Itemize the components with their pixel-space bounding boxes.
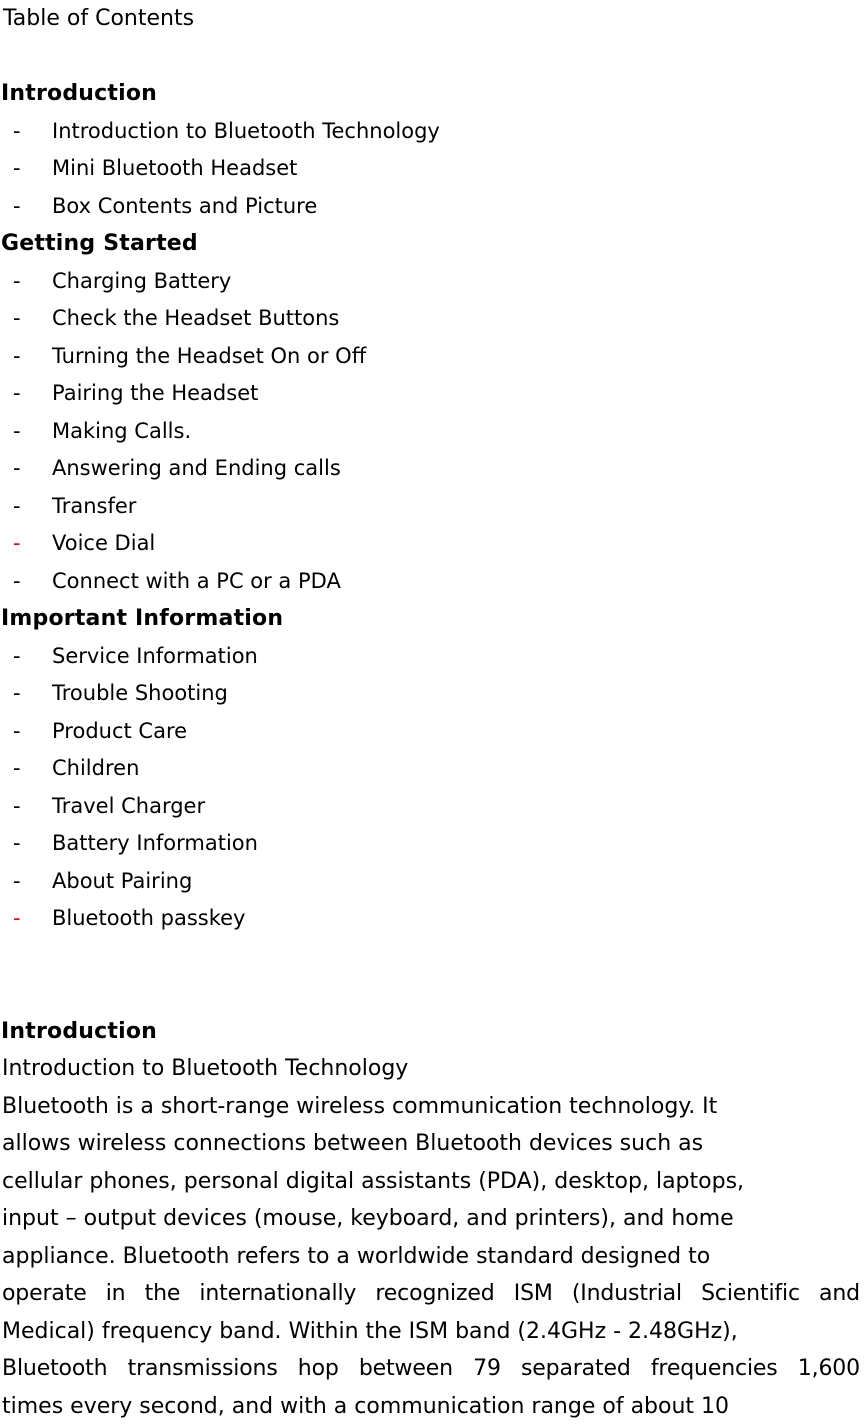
toc-entry[interactable]: - Answering and Ending calls xyxy=(0,450,864,488)
toc-entry[interactable]: - Trouble Shooting xyxy=(0,675,864,713)
paragraph-line: Bluetooth is a short-range wireless comm… xyxy=(2,1088,864,1126)
toc-bullet-dash-icon: - xyxy=(13,638,21,676)
paragraph-word: 1,600 xyxy=(798,1350,860,1388)
page-title: Table of Contents xyxy=(0,0,864,38)
paragraph-line: times every second, and with a communica… xyxy=(2,1388,864,1425)
paragraph-word: transmissions xyxy=(128,1350,278,1388)
paragraph-word: recognized xyxy=(375,1275,494,1313)
toc-entry[interactable]: - Bluetooth passkey xyxy=(0,900,864,938)
body-paragraph: Bluetooth is a short-range wireless comm… xyxy=(0,1088,864,1425)
paragraph-line: operate inthe internationally recognized ISM… xyxy=(2,1275,860,1313)
toc-entry[interactable]: - Product Care xyxy=(0,713,864,751)
toc-bullet-dash-icon: - xyxy=(13,488,21,526)
title-spacer xyxy=(0,38,864,76)
toc-entry-label: Transfer xyxy=(52,494,136,518)
paragraph-line: appliance. Bluetooth refers to a worldwi… xyxy=(2,1238,864,1276)
toc-entry[interactable]: - Children xyxy=(0,750,864,788)
toc-bullet-dash-icon: - xyxy=(13,713,21,751)
toc-entry-label: Bluetooth passkey xyxy=(52,906,245,930)
body-section-heading: Introduction xyxy=(0,1013,864,1051)
toc-bullet-dash-icon: - xyxy=(13,113,21,151)
toc-entry[interactable]: - Transfer xyxy=(0,488,864,526)
toc-entry[interactable]: - Check the Headset Buttons xyxy=(0,300,864,338)
toc-entry[interactable]: - Service Information xyxy=(0,638,864,676)
toc-entry-label: About Pairing xyxy=(52,869,192,893)
toc-entry-label: Voice Dial xyxy=(52,531,155,555)
toc-entry[interactable]: - Charging Battery xyxy=(0,263,864,301)
toc-body-spacer-2 xyxy=(0,975,864,1013)
toc-bullet-dash-icon: - xyxy=(13,863,21,901)
toc-entry[interactable]: - Travel Charger xyxy=(0,788,864,826)
toc-bullet-dash-icon: - xyxy=(13,525,21,563)
toc-entry[interactable]: - Battery Information xyxy=(0,825,864,863)
toc-entry-label: Making Calls. xyxy=(52,419,191,443)
toc-bullet-dash-icon: - xyxy=(13,750,21,788)
toc-entry-label: Check the Headset Buttons xyxy=(52,306,339,330)
paragraph-word: hop xyxy=(298,1350,339,1388)
toc-entry-label: Charging Battery xyxy=(52,269,231,293)
toc-entry[interactable]: - Box Contents and Picture xyxy=(0,188,864,226)
toc-entry-label: Answering and Ending calls xyxy=(52,456,341,480)
toc-entry-label: Product Care xyxy=(52,719,187,743)
toc-entry-label: Children xyxy=(52,756,139,780)
toc-entry[interactable]: - Voice Dial xyxy=(0,525,864,563)
paragraph-word: Bluetooth xyxy=(2,1350,107,1388)
toc-entry-label: Connect with a PC or a PDA xyxy=(52,569,341,593)
paragraph-word: frequencies xyxy=(651,1350,778,1388)
paragraph-word: ISM xyxy=(514,1275,553,1313)
toc-section-heading: Important Information xyxy=(0,600,864,638)
paragraph-line: allows wireless connections between Blue… xyxy=(2,1125,864,1163)
paragraph-word: between xyxy=(359,1350,453,1388)
paragraph-line: Medical) frequency band. Within the ISM … xyxy=(2,1313,864,1351)
paragraph-word: internationally xyxy=(199,1275,356,1313)
toc-bullet-dash-icon: - xyxy=(13,413,21,451)
toc-entry-label: Service Information xyxy=(52,644,258,668)
paragraph-word: separated xyxy=(521,1350,631,1388)
toc-entry[interactable]: - Introduction to Bluetooth Technology xyxy=(0,113,864,151)
toc-bullet-dash-icon: - xyxy=(13,450,21,488)
toc-entry-label: Turning the Headset On or Off xyxy=(52,344,366,368)
paragraph-word: the xyxy=(145,1275,181,1313)
toc-entry-label: Travel Charger xyxy=(52,794,205,818)
toc-entry-label: Introduction to Bluetooth Technology xyxy=(52,119,440,143)
body-subheading: Introduction to Bluetooth Technology xyxy=(0,1050,864,1088)
toc-bullet-dash-icon: - xyxy=(13,300,21,338)
toc-entry[interactable]: - Making Calls. xyxy=(0,413,864,451)
toc-bullet-dash-icon: - xyxy=(13,375,21,413)
toc-entry[interactable]: - About Pairing xyxy=(0,863,864,901)
paragraph-word: (Industrial xyxy=(572,1275,682,1313)
toc-section-heading: Getting Started xyxy=(0,225,864,263)
toc-bullet-dash-icon: - xyxy=(13,675,21,713)
toc-entry-label: Battery Information xyxy=(52,831,258,855)
toc-entry[interactable]: - Mini Bluetooth Headset xyxy=(0,150,864,188)
toc-bullet-dash-icon: - xyxy=(13,900,21,938)
paragraph-line: cellular phones, personal digital assist… xyxy=(2,1163,864,1201)
toc-entry-label: Mini Bluetooth Headset xyxy=(52,156,297,180)
paragraph-word: Scientific xyxy=(701,1275,800,1313)
toc-bullet-dash-icon: - xyxy=(13,788,21,826)
toc-entry[interactable]: - Turning the Headset On or Off xyxy=(0,338,864,376)
paragraph-word: 79 xyxy=(473,1350,501,1388)
toc-entry-label: Box Contents and Picture xyxy=(52,194,317,218)
toc-entry[interactable]: - Connect with a PC or a PDA xyxy=(0,563,864,601)
toc-entry[interactable]: - Pairing the Headset xyxy=(0,375,864,413)
toc-bullet-dash-icon: - xyxy=(13,825,21,863)
toc-entry-label: Trouble Shooting xyxy=(52,681,228,705)
toc-section-heading: Introduction xyxy=(0,75,864,113)
table-of-contents: Introduction-Introduction to Bluetooth T… xyxy=(0,75,864,938)
toc-body-spacer-1 xyxy=(0,938,864,976)
toc-bullet-dash-icon: - xyxy=(13,188,21,226)
toc-bullet-dash-icon: - xyxy=(13,263,21,301)
paragraph-word: in xyxy=(106,1275,126,1313)
toc-entry-label: Pairing the Headset xyxy=(52,381,258,405)
paragraph-word: and xyxy=(819,1275,860,1313)
paragraph-line: input – output devices (mouse, keyboard,… xyxy=(2,1200,864,1238)
document-page: Table of Contents Introduction-Introduct… xyxy=(0,0,864,1412)
toc-bullet-dash-icon: - xyxy=(13,150,21,188)
paragraph-line: Bluetooth transmissions hop between 79 separa… xyxy=(2,1350,860,1388)
paragraph-word: operate xyxy=(2,1275,87,1313)
toc-bullet-dash-icon: - xyxy=(13,338,21,376)
toc-bullet-dash-icon: - xyxy=(13,563,21,601)
